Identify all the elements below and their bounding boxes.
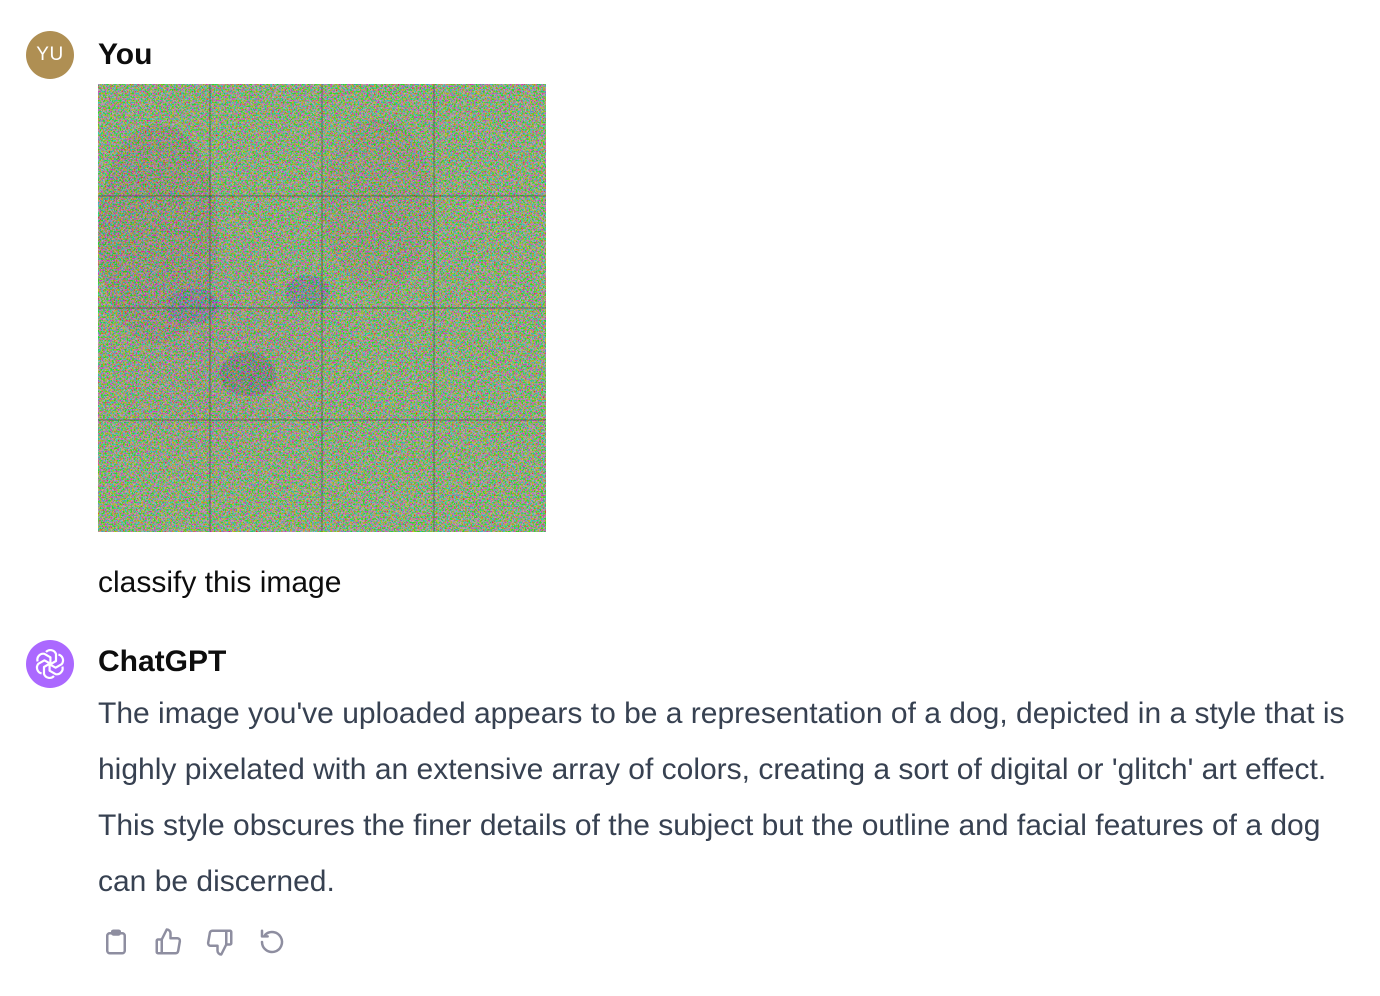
copy-button[interactable] — [100, 924, 132, 960]
copy-icon — [106, 929, 126, 955]
user-avatar: YU — [26, 31, 74, 79]
chat-conversation: YU You classify this image ChatGPT The i… — [0, 0, 1380, 996]
regenerate-icon — [260, 929, 284, 954]
chatgpt-avatar — [26, 640, 74, 688]
user-name: You — [98, 38, 153, 71]
user-message-text: classify this image — [98, 566, 342, 599]
uploaded-image[interactable] — [98, 84, 546, 532]
thumbs-down-icon — [206, 929, 233, 956]
user-avatar-initials: YU — [36, 44, 64, 65]
thumbs-up-icon — [155, 928, 182, 955]
thumbs-down-button[interactable] — [204, 924, 236, 960]
glitch-dog-picture — [98, 84, 546, 532]
openai-logo-icon — [35, 649, 65, 679]
regenerate-button[interactable] — [256, 924, 288, 960]
thumbs-up-button[interactable] — [152, 924, 184, 960]
chatgpt-name: ChatGPT — [98, 645, 227, 678]
message-actions — [100, 924, 288, 960]
chatgpt-message-text: The image you've uploaded appears to be … — [98, 697, 1345, 898]
